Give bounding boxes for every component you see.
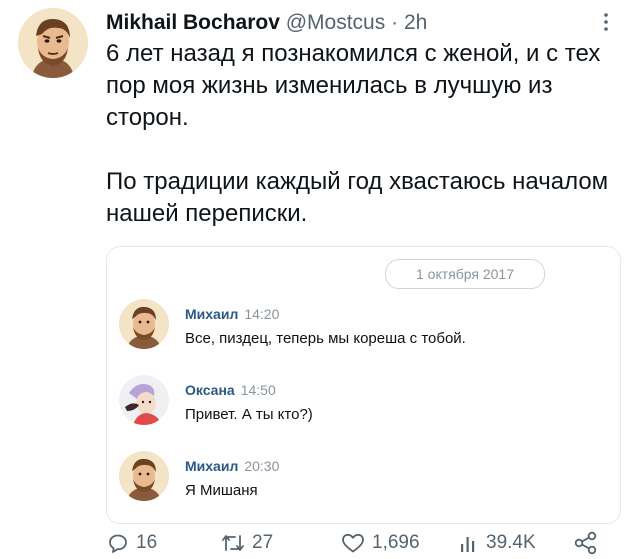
chat-message: Оксана 14:50 Привет. А ты кто?) — [119, 375, 609, 435]
tweet-header: Mikhail Bocharov @Mostcus · 2h — [106, 9, 600, 37]
chat-message-text: Все, пиздец, теперь мы кореша с тобой. — [185, 330, 466, 347]
author-name[interactable]: Mikhail Bocharov — [106, 11, 280, 34]
retweet-icon — [222, 535, 244, 551]
chat-message-text: Я Мишаня — [185, 482, 258, 499]
retweet-button[interactable]: 27 — [220, 528, 273, 558]
chat-message-time: 20:30 — [244, 458, 280, 474]
tweet-paragraph: 6 лет назад я познакомился с женой, и с … — [106, 40, 601, 131]
chat-message: Михаил 14:20 Все, пиздец, теперь мы кореш… — [119, 299, 609, 359]
share-icon — [574, 531, 597, 555]
chat-sender-name: Михаил — [185, 458, 239, 474]
like-count: 1,696 — [372, 532, 420, 553]
chat-screenshot-image[interactable]: 1 октября 2017 Михаил 14:20 Все, пиздец, … — [106, 246, 621, 524]
chat-message-header: Михаил 20:30 — [185, 457, 279, 475]
chat-date-pill: 1 октября 2017 — [385, 259, 545, 289]
header-separator: · — [391, 11, 399, 34]
heart-icon — [342, 533, 364, 553]
reply-icon — [109, 534, 127, 553]
more-vertical-icon[interactable] — [594, 10, 618, 34]
chat-message-text: Привет. А ты кто?) — [185, 406, 313, 423]
share-button[interactable] — [572, 528, 600, 558]
tweet-actions: 16 27 1,696 39.4K — [106, 528, 620, 558]
tweet-paragraph: По традиции каждый год хвастаюсь началом… — [106, 168, 609, 227]
chat-message-time: 14:20 — [244, 306, 280, 322]
reply-button[interactable]: 16 — [106, 528, 157, 558]
author-handle[interactable]: @Mostcus — [286, 11, 386, 34]
chat-message: Михаил 20:30 Я Мишаня — [119, 451, 609, 511]
tweet-time[interactable]: 2h — [404, 11, 427, 34]
chat-sender-name: Михаил — [185, 306, 239, 322]
like-button[interactable]: 1,696 — [340, 528, 420, 558]
retweet-count: 27 — [252, 532, 274, 553]
tweet-text: 6 лет назад я познакомился с женой, и с … — [106, 38, 621, 230]
chat-avatar-mikhail — [119, 299, 169, 349]
chat-sender-name: Оксана — [185, 382, 235, 398]
chat-message-header: Михаил 14:20 — [185, 305, 279, 323]
chat-avatar-oksana — [119, 375, 169, 425]
views-count: 39.4K — [486, 532, 536, 553]
views-icon — [461, 537, 475, 552]
reply-count: 16 — [136, 532, 158, 553]
chat-avatar-mikhail — [119, 451, 169, 501]
author-avatar[interactable] — [18, 8, 88, 78]
chat-message-header: Оксана 14:50 — [185, 381, 276, 399]
views-button[interactable]: 39.4K — [458, 528, 536, 558]
chat-message-time: 14:50 — [240, 382, 276, 398]
